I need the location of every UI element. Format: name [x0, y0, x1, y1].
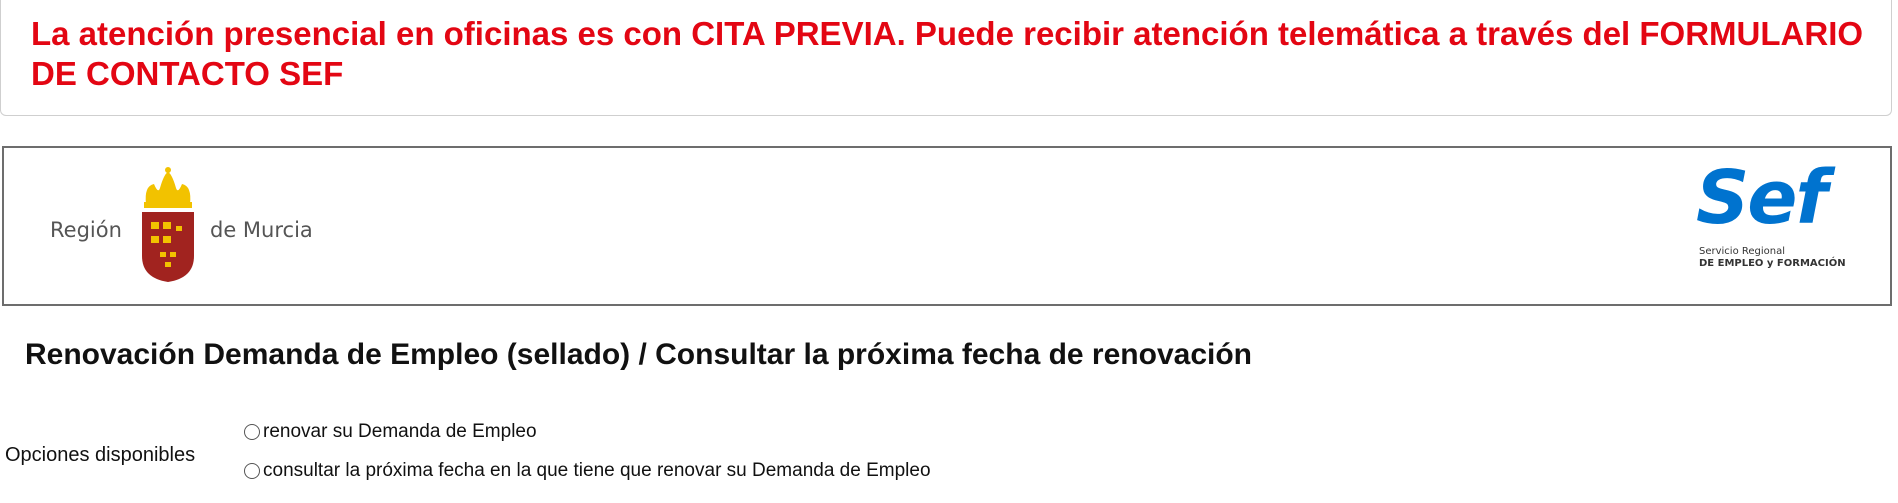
option-renovar-label: renovar su Demanda de Empleo [263, 421, 537, 442]
radio-consultar[interactable] [244, 463, 260, 479]
options-label: Opciones disponibles [5, 444, 196, 466]
option-renovar[interactable]: renovar su Demanda de Empleo [244, 421, 537, 443]
sef-subtitle-1: Servicio Regional [1699, 246, 1786, 257]
crown-shield-emblem-icon [142, 167, 194, 282]
radio-renovar[interactable] [244, 424, 260, 440]
page-title: Renovación Demanda de Empleo (sellado) /… [25, 338, 1252, 371]
logo-text-murcia: de Murcia [210, 218, 313, 242]
sef-subtitle-2: DE EMPLEO y FORMACIÓN [1699, 258, 1846, 269]
logo-text-region: Región [50, 218, 122, 242]
notice-box: La atención presencial en oficinas es co… [0, 0, 1892, 116]
option-consultar[interactable]: consultar la próxima fecha en la que tie… [244, 460, 931, 482]
header-banner: Región de Murcia Sef Servicio Regional D… [2, 146, 1892, 306]
region-murcia-logo: Región de Murcia [50, 166, 340, 284]
option-consultar-label: consultar la próxima fecha en la que tie… [263, 460, 931, 481]
sef-wordmark: Sef [1696, 155, 1828, 241]
notice-text: La atención presencial en oficinas es co… [31, 15, 1864, 92]
sef-logo: Sef Servicio Regional DE EMPLEO y FORMAC… [1696, 158, 1866, 293]
